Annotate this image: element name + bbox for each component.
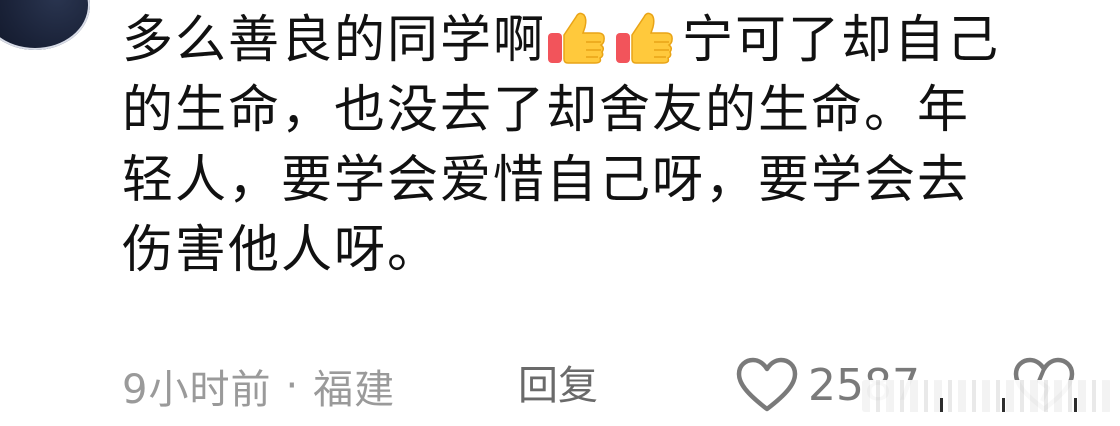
comment-text-segment: 多么善良的同学啊 xyxy=(122,11,547,70)
avatar[interactable] xyxy=(0,0,90,50)
thumbs-up-icon xyxy=(616,12,673,64)
comment-line-3: 轻人，要学会爱惜自己呀，要学会去 xyxy=(122,151,971,210)
watermark-mark xyxy=(940,398,943,412)
timestamp: 9小时前 xyxy=(122,367,272,413)
watermark-mark xyxy=(1074,398,1077,412)
comment-text: 多么善良的同学啊 宁可了却自己 的生命，也没去了却舍友的生命。年 轻人，要学会爱… xyxy=(122,6,1082,286)
meta-separator: · xyxy=(285,363,300,409)
comment-meta: 9小时前 · 福建 xyxy=(122,356,395,416)
location: 福建 xyxy=(313,367,396,413)
comment-card: 多么善良的同学啊 宁可了却自己 的生命，也没去了却舍友的生命。年 轻人，要学会爱… xyxy=(0,0,1120,426)
heart-icon xyxy=(736,357,798,412)
watermark-mark xyxy=(1002,398,1005,412)
comment-line-2: 的生命，也没去了却舍友的生命。年 xyxy=(122,81,971,140)
comment-line-4: 伤害他人呀。 xyxy=(122,221,441,280)
reply-button[interactable]: 回复 xyxy=(518,356,598,416)
comment-line-1: 多么善良的同学啊 宁可了却自己 xyxy=(122,6,1082,76)
comment-text-segment: 宁可了却自己 xyxy=(682,11,1001,70)
thumbs-up-icon xyxy=(548,12,605,64)
watermark xyxy=(862,380,1112,412)
